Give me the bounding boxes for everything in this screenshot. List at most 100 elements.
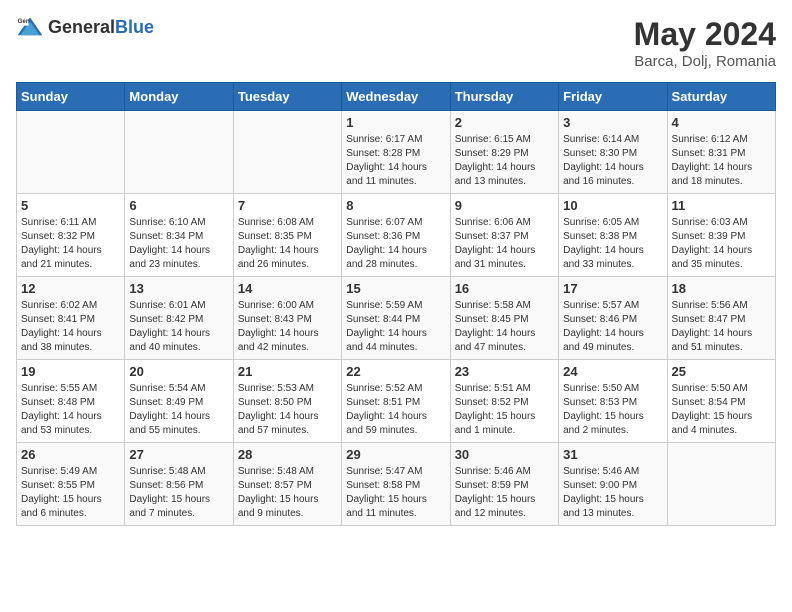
title-block: May 2024 Barca, Dolj, Romania — [634, 16, 776, 70]
calendar-location: Barca, Dolj, Romania — [634, 53, 776, 70]
day-info: Sunrise: 5:52 AMSunset: 8:51 PMDaylight:… — [346, 382, 445, 438]
calendar-cell: 28Sunrise: 5:48 AMSunset: 8:57 PMDayligh… — [233, 443, 341, 526]
calendar-week-3: 12 Sunrise: 6:02 AMSunset: 8:41 PMDayligh… — [17, 277, 776, 360]
calendar-cell: 7 Sunrise: 6:08 AMSunset: 8:35 PMDaylight… — [233, 194, 341, 277]
weekday-header-thursday: Thursday — [450, 83, 558, 111]
calendar-week-2: 5 Sunrise: 6:11 AMSunset: 8:32 PMDaylight… — [17, 194, 776, 277]
weekday-header-sunday: Sunday — [17, 83, 125, 111]
day-number: 30 — [455, 447, 554, 462]
day-number: 29 — [346, 447, 445, 462]
day-info: Sunrise: 5:56 AMSunset: 8:47 PMDaylight:… — [672, 299, 771, 355]
day-number: 31 — [563, 447, 662, 462]
calendar-cell: 9 Sunrise: 6:06 AMSunset: 8:37 PMDaylight… — [450, 194, 558, 277]
day-number: 11 — [672, 198, 771, 213]
day-info: Sunrise: 5:53 AMSunset: 8:50 PMDaylight:… — [238, 382, 337, 438]
calendar-week-1: 1Sunrise: 6:17 AMSunset: 8:28 PMDaylight… — [17, 111, 776, 194]
day-info: Sunrise: 6:05 AMSunset: 8:38 PMDaylight:… — [563, 216, 662, 272]
day-number: 15 — [346, 281, 445, 296]
calendar-cell: 14 Sunrise: 6:00 AMSunset: 8:43 PMDayligh… — [233, 277, 341, 360]
calendar-cell: 2 Sunrise: 6:15 AMSunset: 8:29 PMDaylight… — [450, 111, 558, 194]
calendar-cell: 24Sunrise: 5:50 AMSunset: 8:53 PMDayligh… — [559, 360, 667, 443]
calendar-cell: 3Sunrise: 6:14 AMSunset: 8:30 PMDaylight… — [559, 111, 667, 194]
logo: Gen GeneralBlue — [16, 16, 154, 38]
calendar-cell: 5 Sunrise: 6:11 AMSunset: 8:32 PMDaylight… — [17, 194, 125, 277]
day-number: 13 — [129, 281, 228, 296]
logo-icon: Gen — [16, 16, 44, 38]
day-number: 20 — [129, 364, 228, 379]
calendar-table: SundayMondayTuesdayWednesdayThursdayFrid… — [16, 82, 776, 526]
day-number: 7 — [238, 198, 337, 213]
calendar-cell: 6 Sunrise: 6:10 AMSunset: 8:34 PMDaylight… — [125, 194, 233, 277]
calendar-cell — [125, 111, 233, 194]
day-info: Sunrise: 6:10 AMSunset: 8:34 PMDaylight:… — [129, 216, 228, 272]
calendar-cell: 22Sunrise: 5:52 AMSunset: 8:51 PMDayligh… — [342, 360, 450, 443]
calendar-header: SundayMondayTuesdayWednesdayThursdayFrid… — [17, 83, 776, 111]
calendar-cell: 19Sunrise: 5:55 AMSunset: 8:48 PMDayligh… — [17, 360, 125, 443]
day-number: 9 — [455, 198, 554, 213]
day-info: Sunrise: 6:11 AMSunset: 8:32 PMDaylight:… — [21, 216, 120, 272]
calendar-cell: 29 Sunrise: 5:47 AMSunset: 8:58 PMDayligh… — [342, 443, 450, 526]
day-info: Sunrise: 6:06 AMSunset: 8:37 PMDaylight:… — [455, 216, 554, 272]
day-info: Sunrise: 5:48 AMSunset: 8:56 PMDaylight:… — [129, 465, 228, 521]
day-number: 23 — [455, 364, 554, 379]
day-number: 16 — [455, 281, 554, 296]
day-info: Sunrise: 5:55 AMSunset: 8:48 PMDaylight:… — [21, 382, 120, 438]
day-number: 12 — [21, 281, 120, 296]
day-info: Sunrise: 5:59 AMSunset: 8:44 PMDaylight:… — [346, 299, 445, 355]
calendar-cell: 13 Sunrise: 6:01 AMSunset: 8:42 PMDayligh… — [125, 277, 233, 360]
day-info: Sunrise: 6:15 AMSunset: 8:29 PMDaylight:… — [455, 133, 554, 189]
calendar-week-4: 19Sunrise: 5:55 AMSunset: 8:48 PMDayligh… — [17, 360, 776, 443]
weekday-header-saturday: Saturday — [667, 83, 775, 111]
day-info: Sunrise: 6:08 AMSunset: 8:35 PMDaylight:… — [238, 216, 337, 272]
weekday-header-friday: Friday — [559, 83, 667, 111]
calendar-cell: 12 Sunrise: 6:02 AMSunset: 8:41 PMDayligh… — [17, 277, 125, 360]
day-info: Sunrise: 5:50 AMSunset: 8:54 PMDaylight:… — [672, 382, 771, 438]
weekday-header-tuesday: Tuesday — [233, 83, 341, 111]
day-number: 25 — [672, 364, 771, 379]
day-number: 26 — [21, 447, 120, 462]
logo-general-text: General — [48, 17, 115, 37]
calendar-cell: 30 Sunrise: 5:46 AMSunset: 8:59 PMDayligh… — [450, 443, 558, 526]
day-info: Sunrise: 5:50 AMSunset: 8:53 PMDaylight:… — [563, 382, 662, 438]
day-info: Sunrise: 5:47 AMSunset: 8:58 PMDaylight:… — [346, 465, 445, 521]
weekday-header-wednesday: Wednesday — [342, 83, 450, 111]
calendar-title: May 2024 — [634, 16, 776, 53]
day-info: Sunrise: 6:03 AMSunset: 8:39 PMDaylight:… — [672, 216, 771, 272]
day-info: Sunrise: 6:02 AMSunset: 8:41 PMDaylight:… — [21, 299, 120, 355]
calendar-cell: 26Sunrise: 5:49 AMSunset: 8:55 PMDayligh… — [17, 443, 125, 526]
day-info: Sunrise: 5:51 AMSunset: 8:52 PMDaylight:… — [455, 382, 554, 438]
day-number: 27 — [129, 447, 228, 462]
day-info: Sunrise: 6:14 AMSunset: 8:30 PMDaylight:… — [563, 133, 662, 189]
calendar-cell: 20 Sunrise: 5:54 AMSunset: 8:49 PMDayligh… — [125, 360, 233, 443]
calendar-cell: 4 Sunrise: 6:12 AMSunset: 8:31 PMDaylight… — [667, 111, 775, 194]
day-number: 10 — [563, 198, 662, 213]
day-info: Sunrise: 5:46 AMSunset: 9:00 PMDaylight:… — [563, 465, 662, 521]
day-info: Sunrise: 6:12 AMSunset: 8:31 PMDaylight:… — [672, 133, 771, 189]
calendar-cell: 27 Sunrise: 5:48 AMSunset: 8:56 PMDayligh… — [125, 443, 233, 526]
day-number: 1 — [346, 115, 445, 130]
calendar-cell: 18 Sunrise: 5:56 AMSunset: 8:47 PMDayligh… — [667, 277, 775, 360]
calendar-cell: 15 Sunrise: 5:59 AMSunset: 8:44 PMDayligh… — [342, 277, 450, 360]
day-number: 21 — [238, 364, 337, 379]
day-number: 2 — [455, 115, 554, 130]
calendar-week-5: 26Sunrise: 5:49 AMSunset: 8:55 PMDayligh… — [17, 443, 776, 526]
day-number: 5 — [21, 198, 120, 213]
day-number: 18 — [672, 281, 771, 296]
day-number: 17 — [563, 281, 662, 296]
calendar-cell — [17, 111, 125, 194]
day-info: Sunrise: 5:57 AMSunset: 8:46 PMDaylight:… — [563, 299, 662, 355]
day-number: 6 — [129, 198, 228, 213]
calendar-cell: 11 Sunrise: 6:03 AMSunset: 8:39 PMDayligh… — [667, 194, 775, 277]
weekday-header-monday: Monday — [125, 83, 233, 111]
day-info: Sunrise: 6:01 AMSunset: 8:42 PMDaylight:… — [129, 299, 228, 355]
calendar-cell: 31 Sunrise: 5:46 AMSunset: 9:00 PMDayligh… — [559, 443, 667, 526]
day-info: Sunrise: 5:46 AMSunset: 8:59 PMDaylight:… — [455, 465, 554, 521]
calendar-cell: 16 Sunrise: 5:58 AMSunset: 8:45 PMDayligh… — [450, 277, 558, 360]
day-info: Sunrise: 5:48 AMSunset: 8:57 PMDaylight:… — [238, 465, 337, 521]
day-info: Sunrise: 6:00 AMSunset: 8:43 PMDaylight:… — [238, 299, 337, 355]
day-number: 4 — [672, 115, 771, 130]
day-number: 14 — [238, 281, 337, 296]
day-info: Sunrise: 5:54 AMSunset: 8:49 PMDaylight:… — [129, 382, 228, 438]
day-info: Sunrise: 5:58 AMSunset: 8:45 PMDaylight:… — [455, 299, 554, 355]
calendar-cell: 8Sunrise: 6:07 AMSunset: 8:36 PMDaylight… — [342, 194, 450, 277]
